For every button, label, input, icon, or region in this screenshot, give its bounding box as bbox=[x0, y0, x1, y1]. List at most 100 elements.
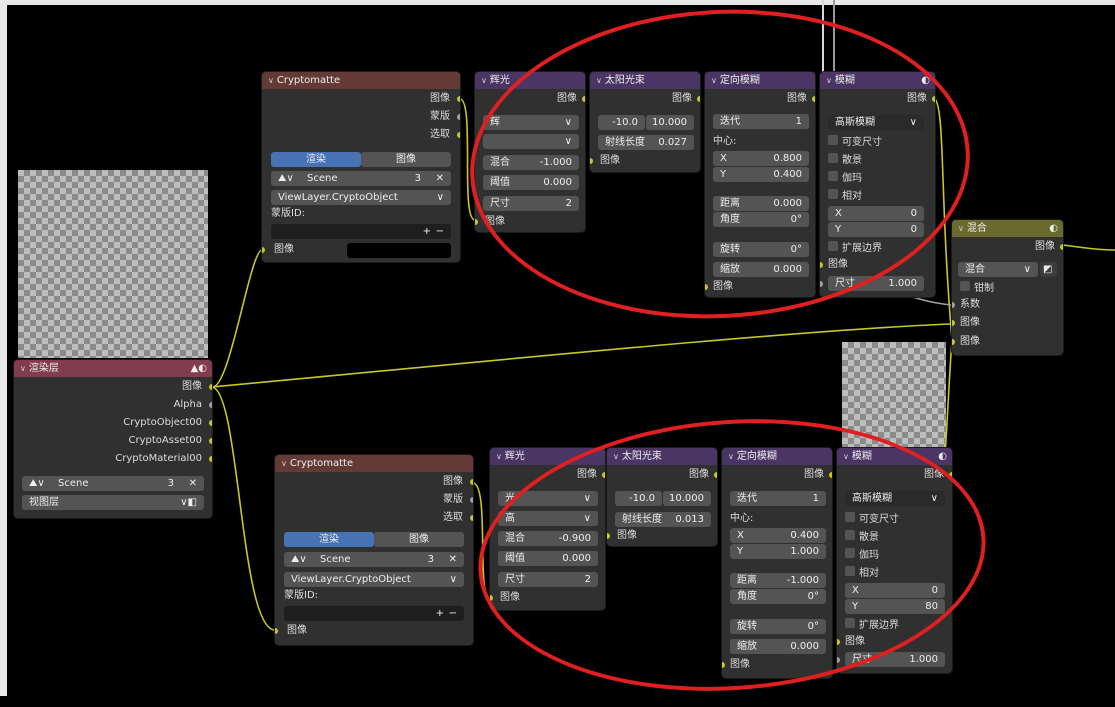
tab-render[interactable]: 渲染 bbox=[284, 532, 374, 547]
input-fac-label: 系数 bbox=[960, 299, 980, 310]
tab-image[interactable]: 图像 bbox=[361, 152, 451, 167]
output-image-label: 图像 bbox=[430, 93, 450, 104]
node-header[interactable]: ∨ Cryptomatte bbox=[275, 455, 473, 472]
minus-icon[interactable]: − bbox=[436, 224, 444, 239]
input-socket-image[interactable] bbox=[475, 219, 478, 225]
output-socket-pick[interactable] bbox=[457, 132, 460, 138]
view-layer-selector[interactable]: 视图层 ∨◧ bbox=[22, 495, 204, 510]
output-image-label: 图像 bbox=[443, 476, 463, 487]
input-socket-image2[interactable] bbox=[952, 339, 955, 345]
plus-icon[interactable]: + bbox=[436, 606, 444, 621]
matte-id-field[interactable]: + − bbox=[271, 224, 451, 239]
link-mix-out bbox=[1062, 244, 1115, 251]
checkbox-label: 钳制 bbox=[974, 283, 994, 294]
scene-selector[interactable]: ⛰∨ Scene 3 ✕ bbox=[271, 171, 451, 186]
matte-id-field[interactable]: + − bbox=[284, 606, 464, 621]
clamp-checkbox[interactable] bbox=[960, 281, 970, 291]
tab-image[interactable]: 图像 bbox=[374, 532, 464, 547]
scene-users: 3 bbox=[414, 173, 421, 184]
use-alpha-toggle-icon[interactable]: ◩ bbox=[1040, 262, 1057, 277]
output-socket-matte[interactable] bbox=[470, 497, 473, 503]
output-socket-cryptomaterial[interactable] bbox=[209, 456, 212, 462]
output-socket-image[interactable] bbox=[209, 384, 212, 390]
node-title: 混合 bbox=[966, 223, 987, 234]
scene-selector[interactable]: ⛰∨ Scene 3 ✕ bbox=[284, 552, 464, 567]
node-title: 辉光 bbox=[489, 75, 510, 86]
output-socket-cryptoasset[interactable] bbox=[209, 438, 212, 444]
input-socket-image[interactable] bbox=[262, 247, 265, 253]
chevron-down-icon[interactable]: ∨ bbox=[20, 364, 26, 373]
mix-node[interactable]: ∨ 混合 ◐ 图像 混合 ∨ ◩ 钳制 系数 图像 图像 bbox=[952, 220, 1063, 355]
node-header[interactable]: ∨ 混合 ◐ bbox=[952, 220, 1063, 237]
chevron-down-icon: ∨ bbox=[1023, 264, 1031, 275]
cryptomatte-node-2[interactable]: ∨ Cryptomatte 图像 蒙版 选取 渲染 图像 ⛰∨ Scene 3 ✕… bbox=[275, 455, 473, 645]
output-alpha-label: Alpha bbox=[173, 399, 202, 410]
node-title: Cryptomatte bbox=[276, 75, 341, 86]
minus-icon[interactable]: − bbox=[449, 606, 457, 621]
output-pick-label: 选取 bbox=[443, 512, 463, 523]
layer-selector[interactable]: ViewLayer.CryptoObject ∨ bbox=[271, 190, 451, 205]
scene-name: Scene bbox=[320, 554, 351, 565]
render-layers-node[interactable]: ∨ 渲染层 ▲◐ 图像 Alpha CryptoObject00 CryptoAss… bbox=[14, 360, 212, 518]
link-render-to-mix bbox=[211, 323, 951, 388]
input-socket-fac[interactable] bbox=[952, 302, 955, 308]
scene-selector[interactable]: ⛰∨ Scene 3 ✕ bbox=[22, 476, 204, 491]
layer-selector[interactable]: ViewLayer.CryptoObject ∨ bbox=[284, 572, 464, 587]
sphere-icon[interactable]: ◐ bbox=[1049, 220, 1058, 237]
output-socket-image[interactable] bbox=[457, 96, 460, 102]
node-title: 渲染层 bbox=[28, 363, 59, 374]
warning-icon: ▲◐ bbox=[190, 363, 207, 374]
scene-name: Scene bbox=[58, 478, 89, 489]
output-matte-label: 蒙版 bbox=[430, 111, 450, 122]
input-socket-image1[interactable] bbox=[952, 320, 955, 326]
chevron-down-icon[interactable]: ∨ bbox=[481, 76, 487, 85]
node-title: Cryptomatte bbox=[289, 458, 354, 469]
plus-icon[interactable]: + bbox=[423, 224, 431, 239]
output-image-label: 图像 bbox=[1035, 241, 1055, 252]
matte-id-label: 蒙版ID: bbox=[271, 208, 306, 219]
input-image-label: 图像 bbox=[287, 625, 307, 636]
scene-name: Scene bbox=[307, 173, 338, 184]
blend-mode-select[interactable]: 混合 ∨ bbox=[958, 262, 1038, 277]
input-image2-label: 图像 bbox=[960, 336, 980, 347]
tab-render[interactable]: 渲染 bbox=[271, 152, 361, 167]
chevron-down-icon[interactable]: ∨ bbox=[268, 76, 274, 85]
chevron-down-icon[interactable]: ∨ bbox=[281, 459, 287, 468]
chevron-down-icon[interactable]: ∨ bbox=[496, 452, 502, 461]
input-image1-label: 图像 bbox=[960, 317, 980, 328]
input-socket-image[interactable] bbox=[275, 628, 278, 634]
field-value: 1.000 bbox=[888, 278, 917, 289]
layer-name: ViewLayer.CryptoObject bbox=[291, 574, 411, 585]
node-title: 辉光 bbox=[504, 451, 525, 462]
close-icon[interactable]: ✕ bbox=[436, 171, 444, 186]
input-image-label: 图像 bbox=[274, 244, 294, 255]
output-socket-matte[interactable] bbox=[457, 114, 460, 120]
scene-icon: ⛰∨ bbox=[278, 173, 294, 184]
alpha-icon: ◩ bbox=[1043, 264, 1053, 275]
output-socket-cryptoobject[interactable] bbox=[209, 420, 212, 426]
output-cryptoasset-label: CryptoAsset00 bbox=[128, 435, 202, 446]
node-header[interactable]: ∨ 渲染层 ▲◐ bbox=[14, 360, 212, 377]
node-editor-canvas[interactable]: ∨ Cryptomatte 图像 蒙版 选取 渲染 图像 ⛰∨ Scene 3 ✕… bbox=[0, 0, 1115, 707]
field-value: 1.000 bbox=[909, 654, 938, 665]
blend-mode-value: 混合 bbox=[965, 264, 985, 275]
output-socket-image[interactable] bbox=[470, 479, 473, 485]
output-matte-label: 蒙版 bbox=[443, 494, 463, 505]
output-socket-image[interactable] bbox=[1060, 244, 1063, 250]
node-header[interactable]: ∨ Cryptomatte bbox=[262, 72, 460, 89]
close-icon[interactable]: ✕ bbox=[449, 552, 457, 567]
output-socket-alpha[interactable] bbox=[209, 402, 212, 408]
output-cryptoobject-label: CryptoObject00 bbox=[123, 417, 202, 428]
scene-icon: ⛰∨ bbox=[291, 554, 307, 565]
output-socket-pick[interactable] bbox=[470, 515, 473, 521]
link-blur2-to-mix bbox=[944, 341, 953, 456]
chevron-down-icon[interactable]: ∨ bbox=[958, 224, 964, 233]
close-icon[interactable]: ✕ bbox=[189, 476, 197, 491]
view-layer-name: 视图层 bbox=[29, 497, 59, 508]
sphere-icon[interactable]: ◐ bbox=[938, 448, 947, 465]
output-image-label: 图像 bbox=[182, 381, 202, 392]
cryptomatte-node-1[interactable]: ∨ Cryptomatte 图像 蒙版 选取 渲染 图像 ⛰∨ Scene 3 ✕… bbox=[262, 72, 460, 262]
output-cryptomaterial-label: CryptoMaterial00 bbox=[115, 453, 202, 464]
input-image-swatch[interactable] bbox=[347, 243, 451, 258]
matte-id-label: 蒙版ID: bbox=[284, 590, 319, 601]
